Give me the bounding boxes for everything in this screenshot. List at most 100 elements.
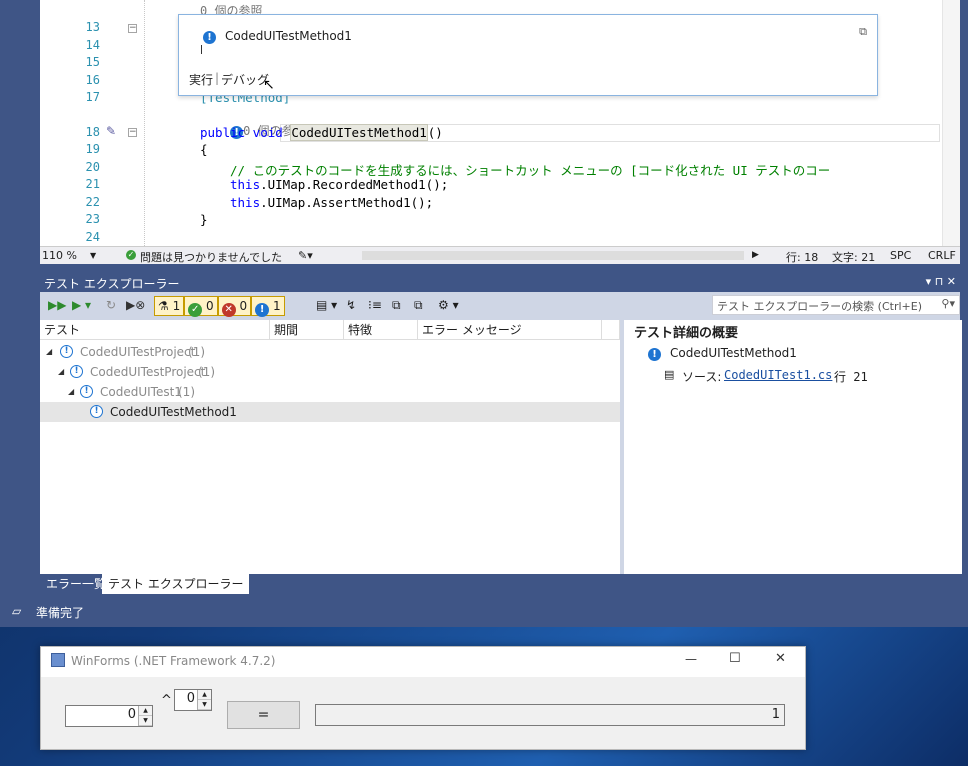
whitespace-mode[interactable]: SPC [890,249,911,262]
link-separator: | [215,71,220,85]
line-number: 15 [85,55,100,69]
issues-text[interactable]: 問題は見つかりませんでした [140,249,282,265]
indent-guide [144,0,145,246]
status-text: 準備完了 [36,606,85,620]
column-header-duration[interactable]: 期間 [270,320,344,340]
passed-filter-button[interactable]: ✓ 0 [184,296,218,317]
method-declaration: public void CodedUITestMethod1() [200,124,443,141]
run-link[interactable]: 実行 [189,71,213,88]
failed-count: 0 [239,299,248,313]
brush-dropdown-icon[interactable]: ✎▾ [298,249,313,262]
tree-row-selected[interactable]: ! CodedUITestMethod1 [40,402,620,422]
not-run-icon: ! [648,348,661,361]
panel-window-controls[interactable]: ▾ ⊓ ✕ [926,275,956,288]
repeat-icon[interactable]: ↻ [106,296,116,316]
zoom-level[interactable]: 110 % [42,249,77,262]
column-header-spacer [602,320,620,340]
not-run-icon: ! [90,405,103,418]
method-name[interactable]: CodedUITestMethod1 [290,124,428,141]
fold-toggle[interactable]: − [128,24,137,33]
group-by-icon[interactable]: ⁝≡ [368,296,382,316]
passed-count: 0 [206,299,214,313]
tab-test-explorer[interactable]: テスト エクスプローラー [102,574,250,594]
line-number: 20 [85,160,100,174]
close-icon[interactable]: ✕ [775,651,786,666]
not-run-icon: ! [70,365,83,378]
notrun-filter-button[interactable]: ! 1 [251,296,285,317]
spin-up-icon[interactable]: ▲ [198,690,211,700]
tree-row[interactable]: ◢ ! CodedUITest1 (1) [40,382,620,402]
maximize-icon[interactable]: ☐ [729,651,741,666]
line-number: 16 [85,73,100,87]
document-icon: ▤ [664,368,675,381]
scroll-right-icon[interactable]: ▶ [752,250,759,260]
debug-link[interactable]: デバッグ [221,71,269,88]
tree-count: (1) [188,345,205,359]
test-search-input[interactable]: テスト エクスプローラーの検索 (Ctrl+E) ⚲▾ [712,295,960,315]
flask-filter-button[interactable]: ⚗ 1 [154,296,185,316]
tree-label: CodedUITestProject [90,365,206,379]
line-number: 18 [85,125,100,139]
horizontal-scrollbar[interactable] [362,251,744,260]
call-text: .UIMap.AssertMethod1(); [260,195,434,210]
brace-open: { [200,142,208,157]
line-ending[interactable]: CRLF [928,249,956,262]
popout-icon[interactable]: ⧉ [859,25,867,39]
line-number: 22 [85,195,100,209]
popup-title: CodedUITestMethod1 [225,29,352,43]
call-text: .UIMap.RecordedMethod1(); [260,177,449,192]
notrun-count: 1 [272,299,281,313]
source-line: 行 21 [834,370,868,384]
run-all-icon[interactable]: ▶▶ [48,296,66,316]
app-icon [51,653,65,667]
line-number: 14 [85,38,100,52]
brace-close: } [200,212,208,227]
base-numeric-input[interactable]: 0 ▲ ▼ [65,705,153,727]
result-field: 1 [315,704,785,726]
passed-icon: ✓ [188,303,203,317]
collapse-all-icon[interactable]: ⧉ [414,296,423,316]
spin-up-icon[interactable]: ▲ [139,706,152,716]
vertical-scrollbar[interactable] [942,0,960,246]
base-value: 0 [127,707,136,722]
playlist-icon[interactable]: ▤ ▾ [316,296,337,316]
not-run-icon: ! [60,345,73,358]
this-keyword: this [230,195,261,210]
equals-button[interactable]: = [227,701,300,729]
source-file-link[interactable]: CodedUITest1.cs [724,368,832,382]
tree-row[interactable]: ◢ ! CodedUITestProject (1) [40,362,620,382]
run-icon[interactable]: ▶ ▾ [72,296,91,316]
zoom-dropdown-icon[interactable]: ▼ [90,251,96,260]
cursor-line: 行: 18 [786,251,819,264]
exponent-numeric-input[interactable]: 0 ▲ ▼ [174,689,212,711]
line-number: 23 [85,212,100,226]
failed-filter-button[interactable]: ✕ 0 [217,296,252,317]
tree-row[interactable]: ◢ ! CodedUITestProject (1) [40,342,620,362]
cancel-run-icon[interactable]: ▶⊗ [126,296,145,316]
column-header-test[interactable]: テスト [40,320,270,340]
this-keyword: this [230,177,261,192]
test-list-panel: テスト 期間 特徴 エラー メッセージ ◢ ! CodedUITestProje… [40,320,620,574]
tree-label: CodedUITest1 [100,385,182,399]
exponent-spinner[interactable]: ▲ ▼ [197,690,211,710]
test-explorer-title-bar: テスト エクスプローラー ▾ ⊓ ✕ [40,272,960,292]
window-title: WinForms (.NET Framework 4.7.2) [71,654,276,668]
expand-all-icon[interactable]: ⧉ [392,296,401,316]
collapse-triangle-icon[interactable]: ◢ [68,382,74,402]
settings-gear-icon[interactable]: ⚙ ▾ [438,296,459,316]
minimize-icon[interactable]: — [685,652,697,666]
search-icon[interactable]: ⚲▾ [941,297,955,310]
column-header-traits[interactable]: 特徴 [344,320,418,340]
fold-toggle[interactable]: − [128,128,137,137]
base-spinner[interactable]: ▲ ▼ [138,706,152,726]
failed-icon: ✕ [221,303,236,317]
spin-down-icon[interactable]: ▼ [139,716,152,726]
column-header-error[interactable]: エラー メッセージ [418,320,602,340]
collapse-triangle-icon[interactable]: ◢ [46,342,52,362]
call-recorded: this.UIMap.RecordedMethod1(); [230,177,448,192]
spin-down-icon[interactable]: ▼ [198,700,211,710]
tree-label: CodedUITestProject [80,345,196,359]
run-after-build-icon[interactable]: ↯ [346,296,356,316]
collapse-triangle-icon[interactable]: ◢ [58,362,64,382]
line-number: 17 [85,90,100,104]
